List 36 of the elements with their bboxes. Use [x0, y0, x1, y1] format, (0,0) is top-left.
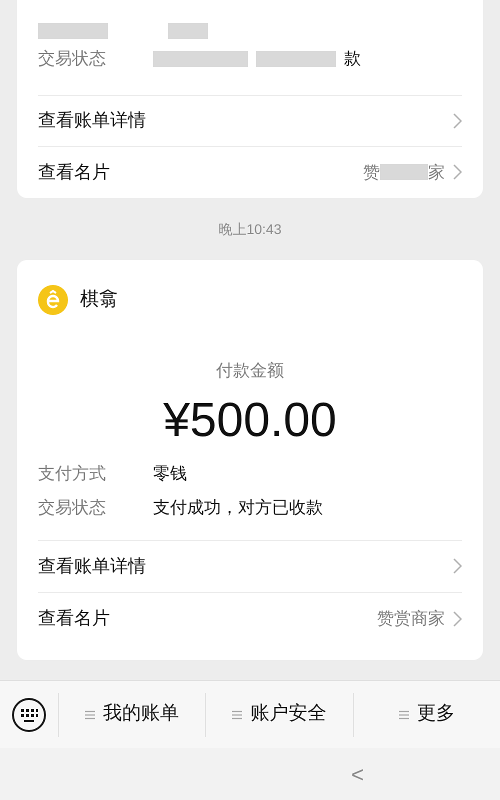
list-row[interactable]: 查看账单详情 [38, 96, 462, 147]
detail-label: 交易状态 [38, 48, 107, 70]
merchant-logo-icon [38, 285, 68, 315]
detail-value: 支付成功，对方已收款 [153, 496, 323, 519]
list-row[interactable]: 查看名片 赞 家 [38, 146, 462, 198]
row-label: 查看账单详情 [38, 554, 146, 578]
menu-button[interactable]: 更多 [352, 692, 500, 736]
redaction-block [38, 23, 108, 40]
row-value: 家 [428, 162, 445, 184]
list-row[interactable]: 查看名片 赞赏商家 [38, 592, 462, 644]
row-label: 查看账单详情 [38, 109, 146, 132]
payment-amount: ¥500.00 [163, 392, 337, 448]
chevron-right-icon [453, 112, 462, 129]
row-value: 赞 [363, 162, 380, 184]
amount-label: 付款金额 [216, 360, 284, 382]
menu-icon [85, 710, 96, 720]
detail-label: 支付方式 [38, 462, 107, 485]
row-label: 查看名片 [38, 160, 110, 184]
menu-button[interactable]: 账户安全 [205, 692, 353, 736]
row-value: 赞赏商家 [377, 608, 445, 630]
chevron-right-icon [453, 558, 462, 574]
menu-button[interactable]: 我的账单 [58, 692, 206, 736]
redaction-block [168, 23, 208, 40]
redaction-block [380, 164, 428, 180]
row-label: 查看名片 [38, 607, 110, 630]
detail-label: 交易状态 [38, 496, 107, 519]
detail-value: 款 [344, 48, 361, 70]
menu-icon [398, 710, 409, 720]
detail-value: 零钱 [153, 462, 187, 485]
chevron-right-icon [453, 610, 462, 626]
timestamp: 晚上10:43 [218, 220, 282, 238]
list-row[interactable]: 查看账单详情 [38, 540, 462, 592]
chevron-right-icon [453, 164, 462, 180]
menu-icon [232, 710, 242, 720]
keyboard-icon[interactable] [11, 696, 47, 732]
merchant-name: 棋翕 [80, 288, 118, 312]
